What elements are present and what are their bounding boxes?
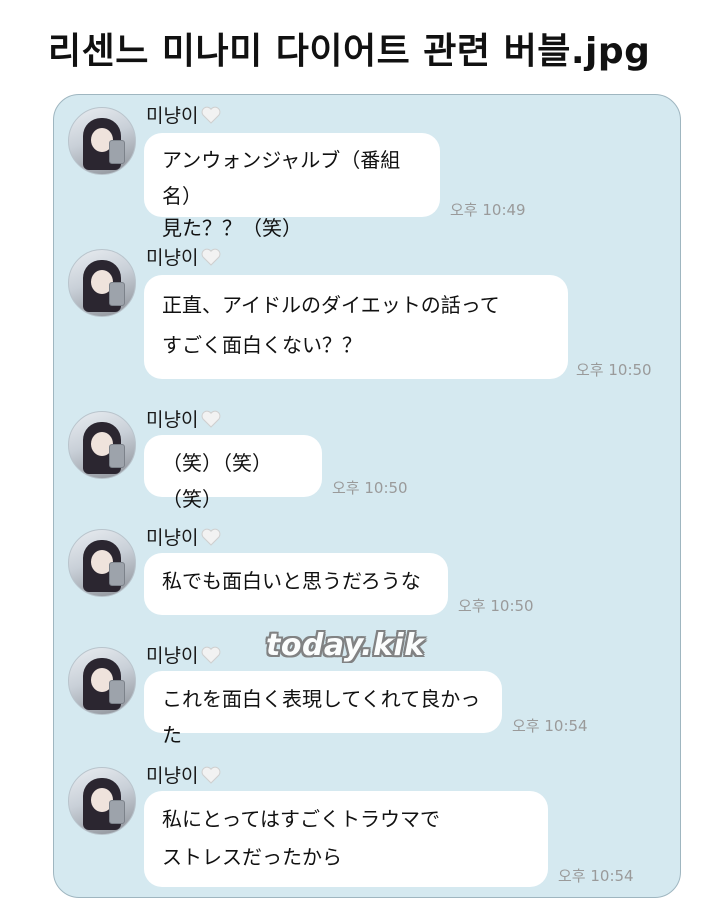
- message-bubble[interactable]: アンウォンジャルブ（番組名） 見た？？（笑）: [144, 133, 440, 240]
- sender-name: 미냥이: [146, 523, 221, 550]
- message-line: 見た？？（笑）: [162, 216, 302, 240]
- message-line: 私でも面白いと思うだろうな: [162, 569, 421, 593]
- message-line: ストレスだったから: [162, 845, 342, 869]
- sender-name: 미냥이: [146, 101, 221, 128]
- white-heart-icon: [202, 410, 221, 428]
- message-line: すごく面白くない？？: [162, 333, 362, 357]
- watermark: today.kik: [266, 628, 425, 663]
- avatar[interactable]: [68, 107, 136, 175]
- message-bubble[interactable]: これを面白く表現してくれて良かった: [144, 671, 502, 747]
- white-heart-icon: [202, 248, 221, 266]
- avatar[interactable]: [68, 249, 136, 317]
- avatar[interactable]: [68, 411, 136, 479]
- white-heart-icon: [202, 646, 221, 664]
- message-line: （笑）（笑）（笑）: [162, 451, 272, 511]
- message-bubble[interactable]: 正直、アイドルのダイエットの話って すごく面白くない？？: [144, 275, 568, 379]
- timestamp: 오후 10:50: [576, 361, 652, 379]
- avatar[interactable]: [68, 529, 136, 597]
- timestamp: 오후 10:54: [558, 867, 634, 885]
- avatar[interactable]: [68, 767, 136, 835]
- message-bubble[interactable]: 私でも面白いと思うだろうな: [144, 553, 448, 615]
- chat-window: 미냥이 アンウォンジャルブ（番組名） 見た？？（笑） 오후 10:49 미냥이 …: [53, 94, 681, 898]
- white-heart-icon: [202, 106, 221, 124]
- sender-name: 미냥이: [146, 641, 221, 668]
- timestamp: 오후 10:54: [512, 717, 588, 735]
- sender-name: 미냥이: [146, 405, 221, 432]
- message-line: アンウォンジャルブ（番組名）: [162, 148, 401, 208]
- timestamp: 오후 10:50: [332, 479, 408, 497]
- timestamp: 오후 10:49: [450, 201, 526, 219]
- message-line: これを面白く表現してくれて良かった: [162, 687, 481, 747]
- white-heart-icon: [202, 766, 221, 784]
- sender-name: 미냥이: [146, 243, 221, 270]
- message-bubble[interactable]: （笑）（笑）（笑）: [144, 435, 322, 511]
- message-line: 私にとってはすごくトラウマで: [162, 807, 440, 831]
- avatar[interactable]: [68, 647, 136, 715]
- message-bubble[interactable]: 私にとってはすごくトラウマで ストレスだったから: [144, 791, 548, 887]
- sender-name: 미냥이: [146, 761, 221, 788]
- timestamp: 오후 10:50: [458, 597, 534, 615]
- white-heart-icon: [202, 528, 221, 546]
- page-title: 리센느 미나미 다이어트 관련 버블.jpg: [48, 31, 651, 72]
- message-line: 正直、アイドルのダイエットの話って: [162, 293, 500, 317]
